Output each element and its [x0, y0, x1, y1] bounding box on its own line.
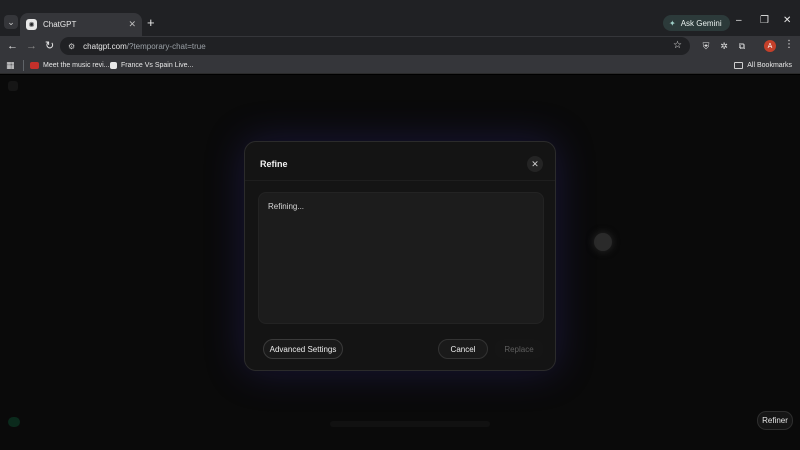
refine-status-text: Refining...: [268, 202, 305, 211]
replace-button[interactable]: Replace: [494, 339, 544, 359]
extensions-puzzle-icon[interactable]: ⧉: [736, 40, 748, 52]
bookmark-label: France Vs Spain Live...: [121, 61, 194, 69]
all-bookmarks-label: All Bookmarks: [747, 61, 792, 69]
chatgpt-favicon-icon: ✺: [26, 19, 37, 30]
new-tab-button[interactable]: +: [147, 16, 155, 29]
profile-avatar[interactable]: A: [764, 40, 776, 52]
page-blurred-badge: [8, 417, 20, 427]
tab-chatgpt[interactable]: ✺ ChatGPT ✕: [20, 13, 142, 36]
dialog-title: Refine: [260, 159, 288, 169]
apps-grid-icon[interactable]: ▦: [6, 60, 15, 71]
all-bookmarks-button[interactable]: All Bookmarks: [734, 59, 792, 71]
bookmark-item[interactable]: France Vs Spain Live...: [110, 59, 193, 71]
close-icon[interactable]: ✕: [527, 156, 543, 172]
tab-search-button[interactable]: ⌄: [4, 15, 18, 29]
bookmarks-bar: ▦ Meet the music revi... France Vs Spain…: [0, 56, 800, 74]
bookmarks-divider: [23, 60, 24, 71]
page-blurred-footer: [330, 421, 490, 427]
chevron-down-icon: ⌄: [7, 16, 15, 27]
minimize-icon[interactable]: –: [736, 16, 742, 26]
url-host: chatgpt.com: [83, 41, 127, 51]
tab-close-icon[interactable]: ✕: [128, 19, 136, 30]
tab-title: ChatGPT: [43, 20, 77, 29]
refine-output-area[interactable]: Refining...: [258, 192, 544, 324]
reload-icon[interactable]: ↻: [45, 39, 54, 53]
gemini-spark-icon: ✦: [669, 18, 676, 28]
extension-bug-icon[interactable]: ✲: [718, 40, 730, 52]
page-blurred-button: [594, 233, 612, 251]
forward-arrow-icon[interactable]: →: [26, 39, 37, 53]
advanced-settings-button[interactable]: Advanced Settings: [263, 339, 343, 359]
address-bar[interactable]: ⚙ chatgpt.com /?temporary-chat=true ☆: [60, 37, 690, 55]
site-info-icon[interactable]: ⚙: [68, 42, 75, 51]
ask-gemini-button[interactable]: ✦ Ask Gemini: [663, 15, 730, 31]
restore-icon[interactable]: ❐: [760, 16, 769, 26]
dialog-divider: [245, 180, 555, 181]
youtube-icon: [30, 61, 39, 69]
refiner-button[interactable]: Refiner: [757, 411, 793, 430]
bookmark-star-icon[interactable]: ☆: [673, 40, 682, 51]
tab-strip: ⌄ ✺ ChatGPT ✕ + ✦ Ask Gemini – ❐ ✕: [0, 0, 800, 36]
bookmark-label: Meet the music revi...: [43, 61, 110, 69]
window-close-icon[interactable]: ✕: [783, 16, 791, 26]
back-arrow-icon[interactable]: ←: [7, 39, 18, 53]
refine-dialog: Refine ✕ Refining... Advanced Settings C…: [244, 141, 556, 371]
ask-gemini-label: Ask Gemini: [680, 18, 722, 28]
bookmark-item[interactable]: Meet the music revi...: [30, 59, 110, 71]
sidebar-toggle-icon: [8, 81, 18, 91]
extension-shield-icon[interactable]: ⛨: [700, 40, 712, 52]
browser-toolbar: ← → ↻ ⚙ chatgpt.com /?temporary-chat=tru…: [0, 36, 800, 56]
url-path: /?temporary-chat=true: [126, 41, 206, 51]
cancel-button[interactable]: Cancel: [438, 339, 488, 359]
kebab-menu-icon[interactable]: ⋮: [784, 39, 794, 50]
site-favicon-icon: [110, 61, 117, 69]
folder-icon: [734, 61, 744, 69]
